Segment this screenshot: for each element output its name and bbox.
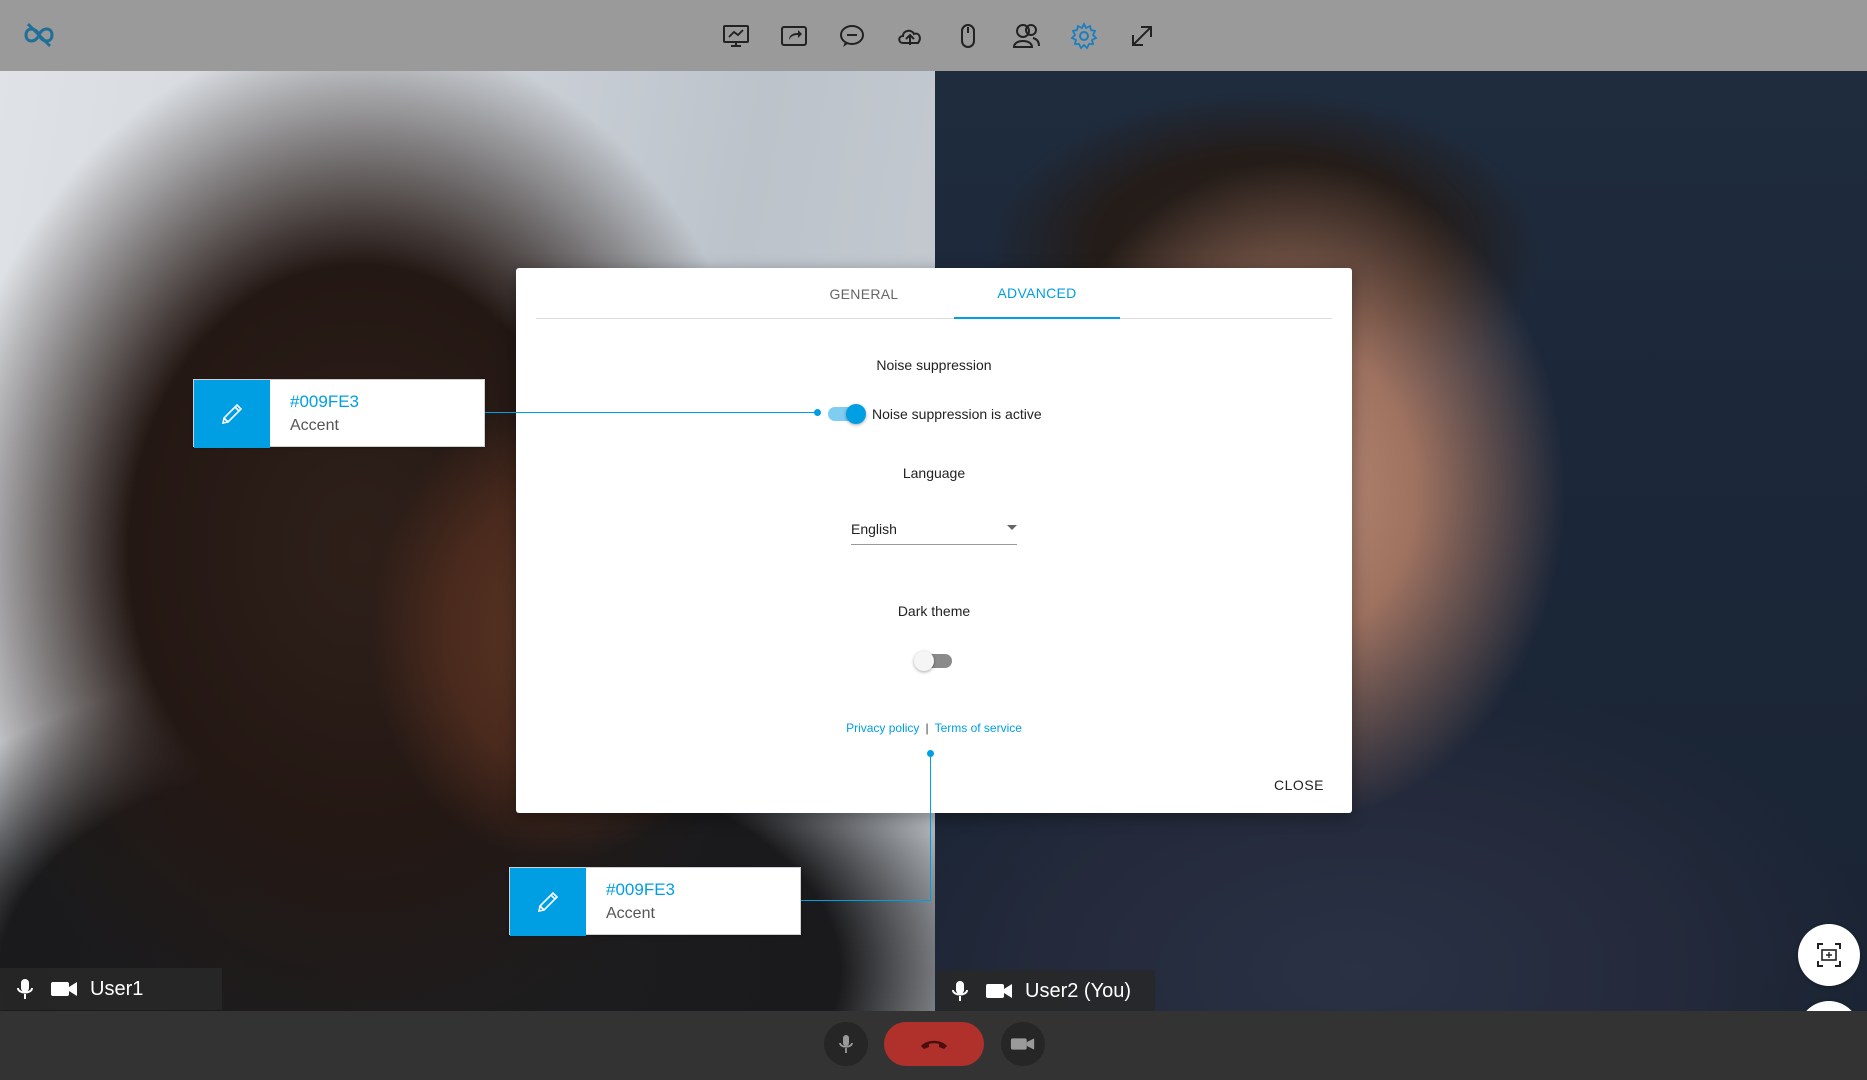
microphone-icon [947,978,973,1004]
pencil-icon [537,891,559,913]
top-toolbar [0,0,1867,71]
mute-button[interactable] [824,1022,868,1066]
microphone-icon [839,1035,853,1053]
color-hex: #009FE3 [606,880,675,899]
annotation-dot [927,750,934,757]
dark-theme-heading: Dark theme [897,603,971,619]
noise-suppression-heading: Noise suppression [876,357,992,373]
mouse-icon[interactable] [950,18,986,54]
presentation-icon[interactable] [718,18,754,54]
participant-name: User1 [90,977,144,1000]
dropdown-arrow-icon [1007,525,1017,530]
tab-advanced[interactable]: ADVANCED [954,268,1120,319]
accent-color-callout: #009FE3 Accent [509,867,801,936]
language-select[interactable]: English [851,515,1017,545]
cloud-upload-icon[interactable] [892,18,928,54]
settings-dialog: GENERAL ADVANCED Noise suppression Noise… [516,268,1352,813]
color-hex: #009FE3 [290,392,359,411]
color-swatch[interactable] [510,868,586,936]
privacy-policy-link[interactable]: Privacy policy [846,721,919,735]
participant-name: User2 (You) [1025,979,1131,1002]
color-role: Accent [606,905,655,922]
terms-of-service-link[interactable]: Terms of service [935,721,1022,735]
annotation-line [930,753,931,901]
expand-icon[interactable] [1124,18,1160,54]
camera-icon [1010,1038,1035,1050]
chat-icon[interactable] [834,18,870,54]
settings-tabs: GENERAL ADVANCED [536,268,1332,319]
color-role: Accent [290,417,339,434]
share-icon[interactable] [776,18,812,54]
tab-general[interactable]: GENERAL [781,268,947,319]
language-heading: Language [902,465,966,481]
participants-icon[interactable] [1008,18,1044,54]
language-value: English [851,521,897,537]
color-swatch[interactable] [194,380,270,448]
noise-suppression-row: Noise suppression is active [828,404,1042,424]
accent-color-callout: #009FE3 Accent [193,379,485,448]
dark-theme-toggle[interactable] [914,651,952,671]
link-separator: | [925,721,929,735]
camera-toggle-button[interactable] [1001,1022,1045,1066]
hang-up-icon [921,1040,947,1049]
participant-tag-user1: User1 [0,968,222,1010]
noise-suppression-toggle[interactable] [828,404,866,424]
settings-icon[interactable] [1066,18,1102,54]
legal-links: Privacy policy | Terms of service [516,721,1352,735]
annotation-line [484,412,820,413]
annotation-dot [814,409,821,416]
camera-icon [983,978,1015,1004]
pencil-icon [221,403,243,425]
participant-tag-user2: User2 (You) [937,970,1155,1012]
infinity-link-icon[interactable] [20,18,58,52]
screenshot-icon [1817,943,1841,967]
camera-icon [48,976,80,1002]
call-controls-bar [0,1011,1867,1080]
microphone-icon [12,976,38,1002]
close-button[interactable]: CLOSE [1274,777,1324,793]
annotation-line [800,900,931,901]
hang-up-button[interactable] [884,1022,984,1066]
screenshot-button[interactable] [1798,924,1860,986]
noise-suppression-status: Noise suppression is active [872,406,1042,422]
